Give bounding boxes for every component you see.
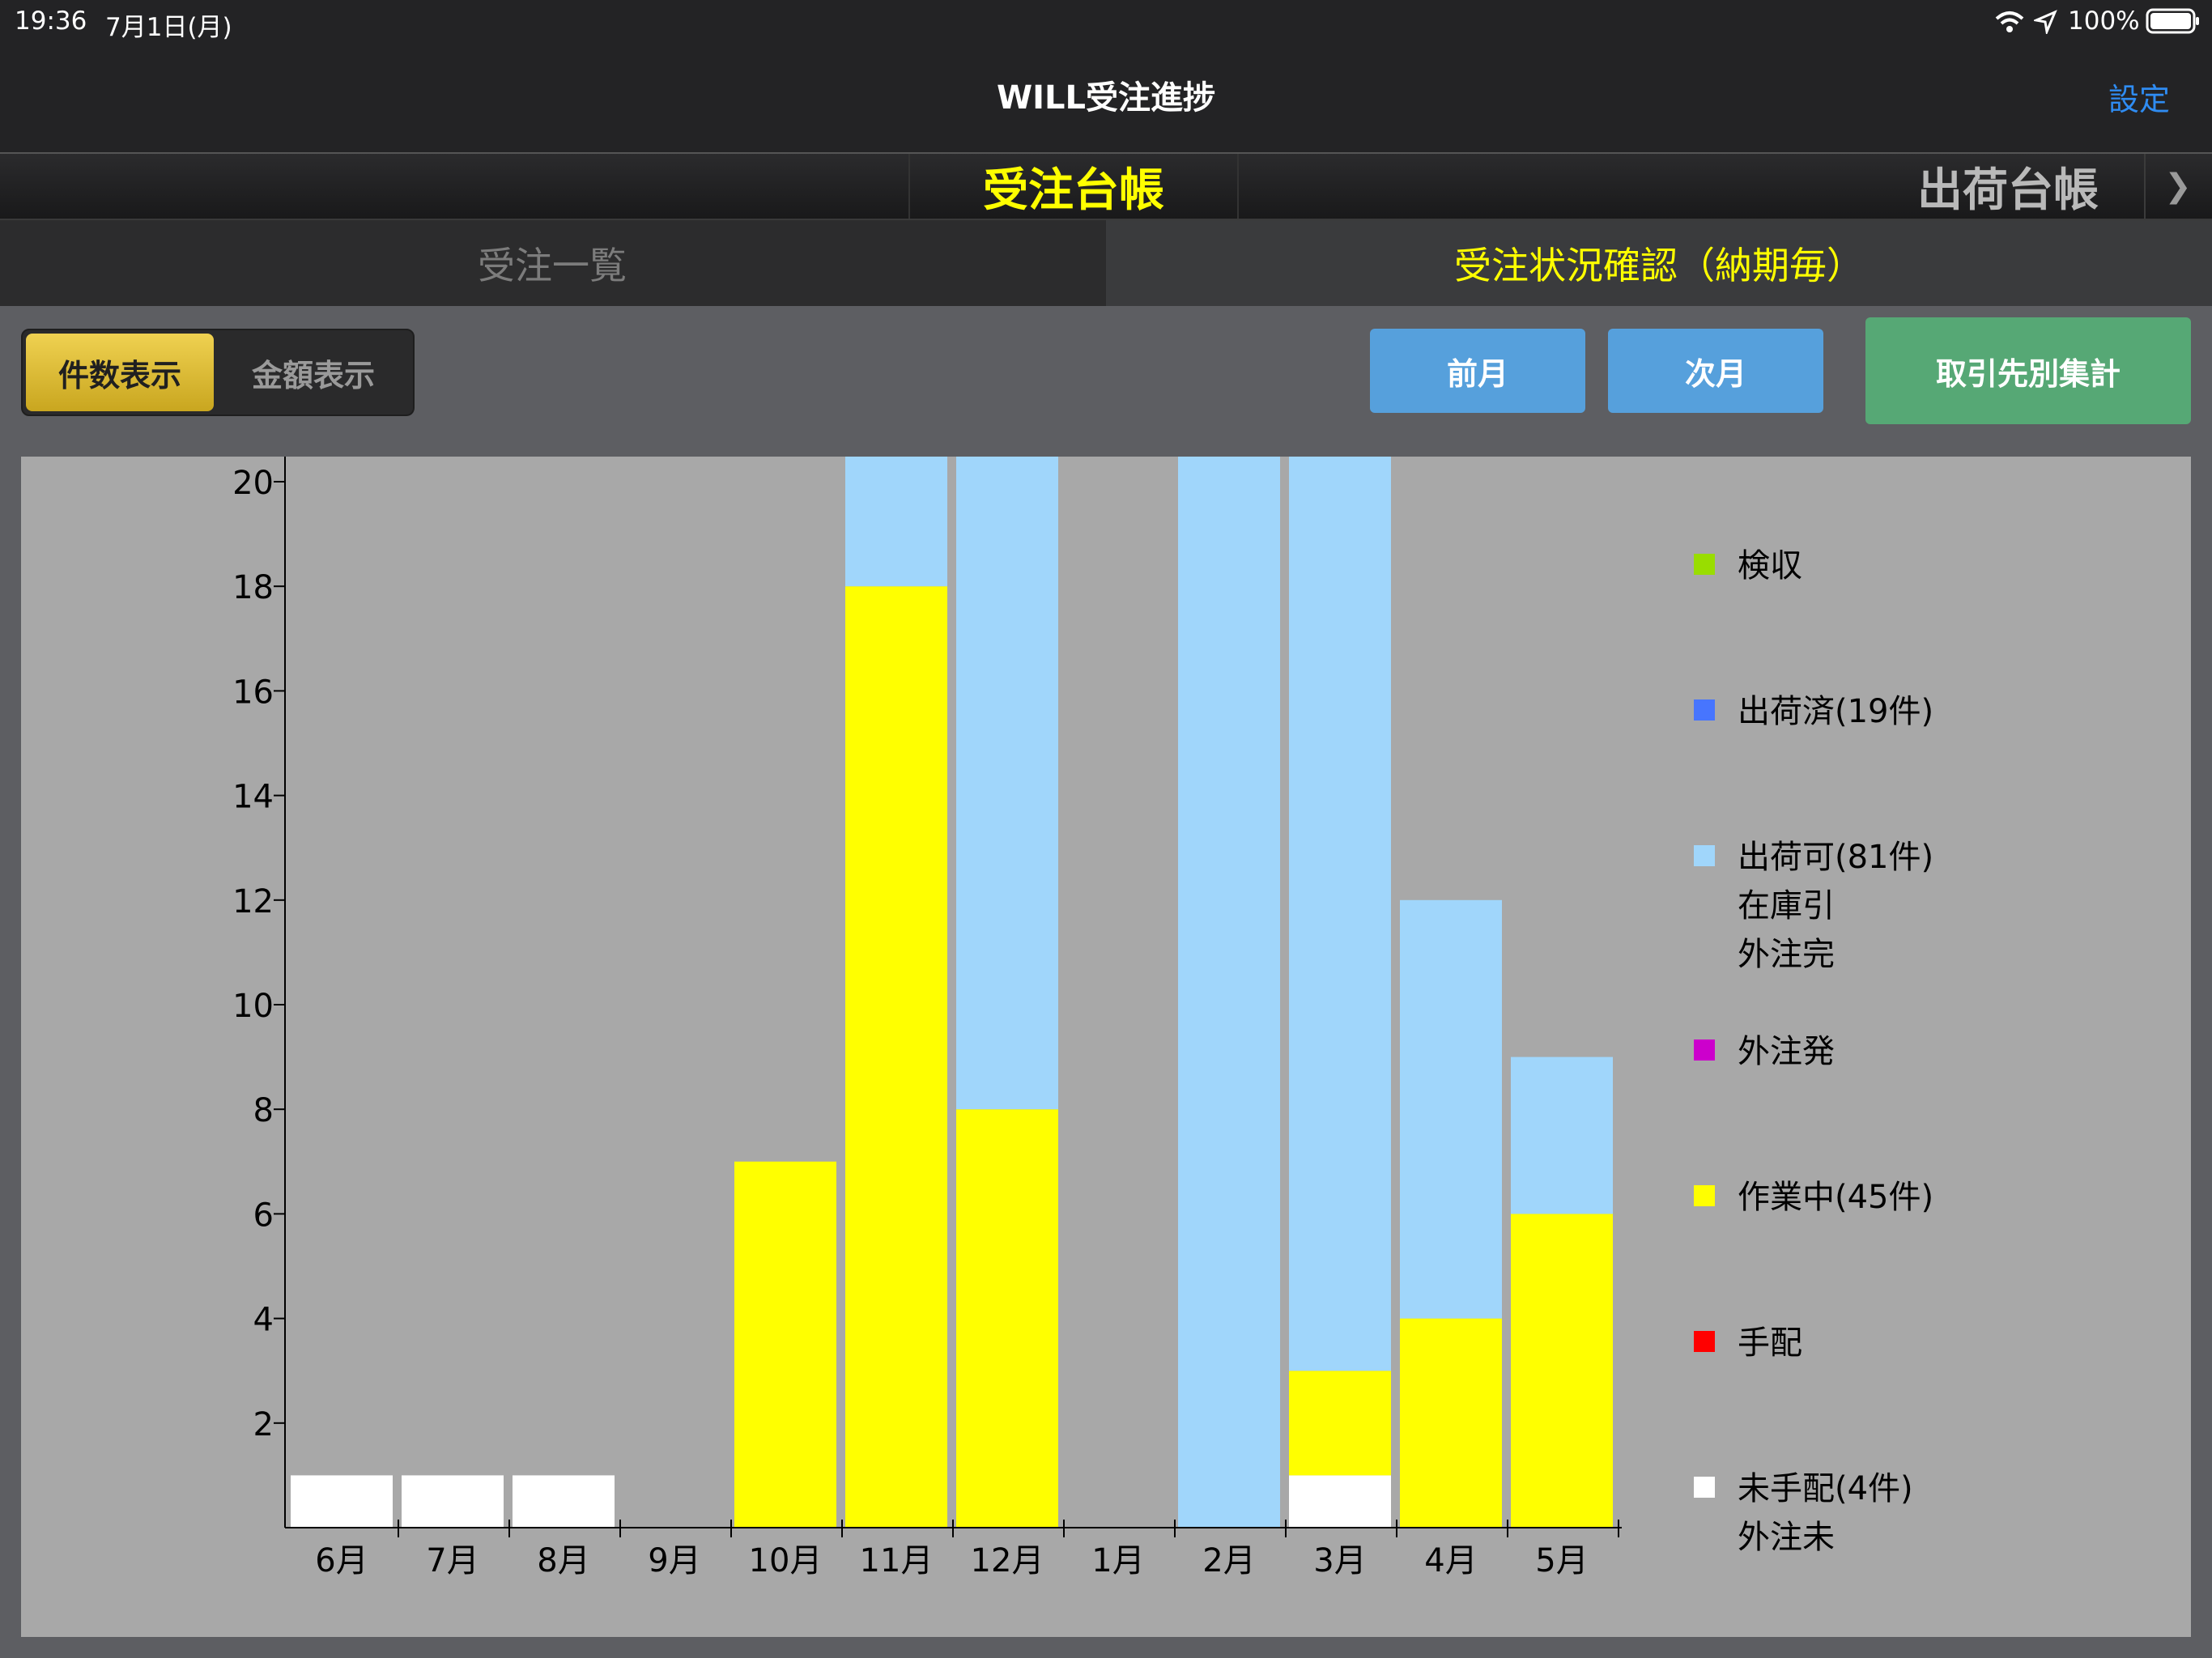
bar-segment: [1511, 1214, 1613, 1528]
legend-label: 未手配(4件): [1738, 1470, 1913, 1507]
client-summary-button[interactable]: 取引先別集計: [1865, 317, 2191, 424]
sub-tab-bar: 受注一覧 受注状況確認（納期毎）: [0, 220, 2212, 306]
x-tick-label: 11月: [860, 1542, 934, 1579]
x-tick-label: 1月: [1091, 1542, 1144, 1579]
bar-segment: [956, 168, 1058, 1110]
y-tick-label: 20: [232, 465, 274, 502]
x-tick-label: 9月: [648, 1542, 700, 1579]
legend-label: 検収: [1738, 547, 1802, 585]
location-icon: [2034, 10, 2057, 34]
x-tick-label: 10月: [749, 1542, 823, 1579]
legend-swatch: [1694, 1185, 1715, 1206]
view-mode-segmented-control: 件数表示 金額表示: [21, 329, 415, 416]
legend-label: 出荷済(19件): [1738, 693, 1933, 730]
wifi-icon: [1995, 11, 2024, 32]
chevron-right-icon[interactable]: ❯: [2154, 154, 2202, 219]
bar-segment: [513, 1475, 615, 1528]
legend-label: 外注発: [1738, 1033, 1835, 1070]
legend-swatch: [1694, 1039, 1715, 1061]
prev-month-button[interactable]: 前月: [1370, 329, 1585, 413]
x-tick-label: 8月: [537, 1542, 589, 1579]
legend-swatch: [1694, 1331, 1715, 1352]
count-view-button[interactable]: 件数表示: [26, 334, 214, 411]
battery-icon: [2146, 8, 2199, 34]
legend-label: 作業中(45件): [1738, 1179, 1933, 1216]
bar-segment: [291, 1475, 393, 1528]
legend-label: 在庫引: [1738, 887, 1835, 925]
legend-swatch: [1694, 699, 1715, 721]
tab-order-status[interactable]: 受注状況確認（納期毎）: [1106, 220, 2212, 306]
x-tick-label: 5月: [1535, 1542, 1588, 1579]
y-tick-label: 12: [232, 883, 274, 920]
y-tick-label: 14: [232, 779, 274, 816]
status-bar: 19:36 7月1日(月) 100%: [0, 0, 2212, 42]
bar-segment: [1400, 1318, 1502, 1528]
y-tick-label: 4: [253, 1302, 274, 1339]
next-month-button[interactable]: 次月: [1608, 329, 1823, 413]
legend-swatch: [1694, 845, 1715, 866]
legend-swatch: [1694, 554, 1715, 575]
y-tick-label: 6: [253, 1197, 274, 1234]
bar-segment: [1289, 1371, 1391, 1476]
legend-label: 手配: [1738, 1324, 1802, 1362]
y-tick-label: 10: [232, 988, 274, 1025]
bar-segment: [845, 376, 947, 587]
bar-segment: [734, 1161, 836, 1528]
ledger-tab-bar: 受注台帳 出荷台帳 ❯: [0, 152, 2212, 222]
x-tick-label: 4月: [1424, 1542, 1477, 1579]
bar-segment: [845, 586, 947, 1528]
app-title: WILL受注進捗: [997, 79, 1215, 117]
tab-order-list[interactable]: 受注一覧: [0, 220, 1104, 306]
amount-view-button[interactable]: 金額表示: [217, 334, 410, 411]
legend-label: 外注完: [1738, 936, 1835, 973]
status-date: 7月1日(月): [105, 13, 232, 42]
legend-label: 外注未: [1738, 1519, 1835, 1556]
tab-divider: [2144, 154, 2146, 219]
bar-segment: [1289, 63, 1391, 1371]
bar-segment: [402, 1475, 504, 1528]
x-tick-label: 3月: [1313, 1542, 1366, 1579]
stacked-bar-chart: 246810121416182022242628303234366月7月8月9月…: [232, 0, 1933, 1579]
x-tick-label: 12月: [971, 1542, 1044, 1579]
bar-segment: [1400, 899, 1502, 1319]
y-tick-label: 2: [253, 1406, 274, 1443]
bar-segment: [956, 1109, 1058, 1528]
legend-label: 出荷可(81件): [1738, 839, 1933, 876]
tab-order-ledger[interactable]: 受注台帳: [908, 154, 1239, 219]
toolbar: 件数表示 金額表示 前月 次月 取引先別集計: [0, 306, 2212, 434]
navigation-bar: WILL受注進捗 設定: [0, 42, 2212, 152]
bar-segment: [1289, 1475, 1391, 1528]
bar-segment: [1178, 325, 1280, 1528]
y-tick-label: 18: [232, 569, 274, 606]
settings-button[interactable]: 設定: [2108, 74, 2170, 119]
x-tick-label: 2月: [1202, 1542, 1255, 1579]
y-tick-label: 8: [253, 1092, 274, 1129]
battery-percent: 100%: [2068, 6, 2140, 36]
x-tick-label: 6月: [315, 1542, 368, 1579]
status-time: 19:36: [15, 6, 87, 36]
y-tick-label: 16: [232, 674, 274, 711]
legend-swatch: [1694, 1477, 1715, 1498]
x-tick-label: 7月: [426, 1542, 479, 1579]
bar-segment: [1511, 1056, 1613, 1214]
chart-panel: 246810121416182022242628303234366月7月8月9月…: [21, 0, 2191, 1637]
tab-shipping-ledger[interactable]: 出荷台帳: [1903, 154, 2113, 219]
